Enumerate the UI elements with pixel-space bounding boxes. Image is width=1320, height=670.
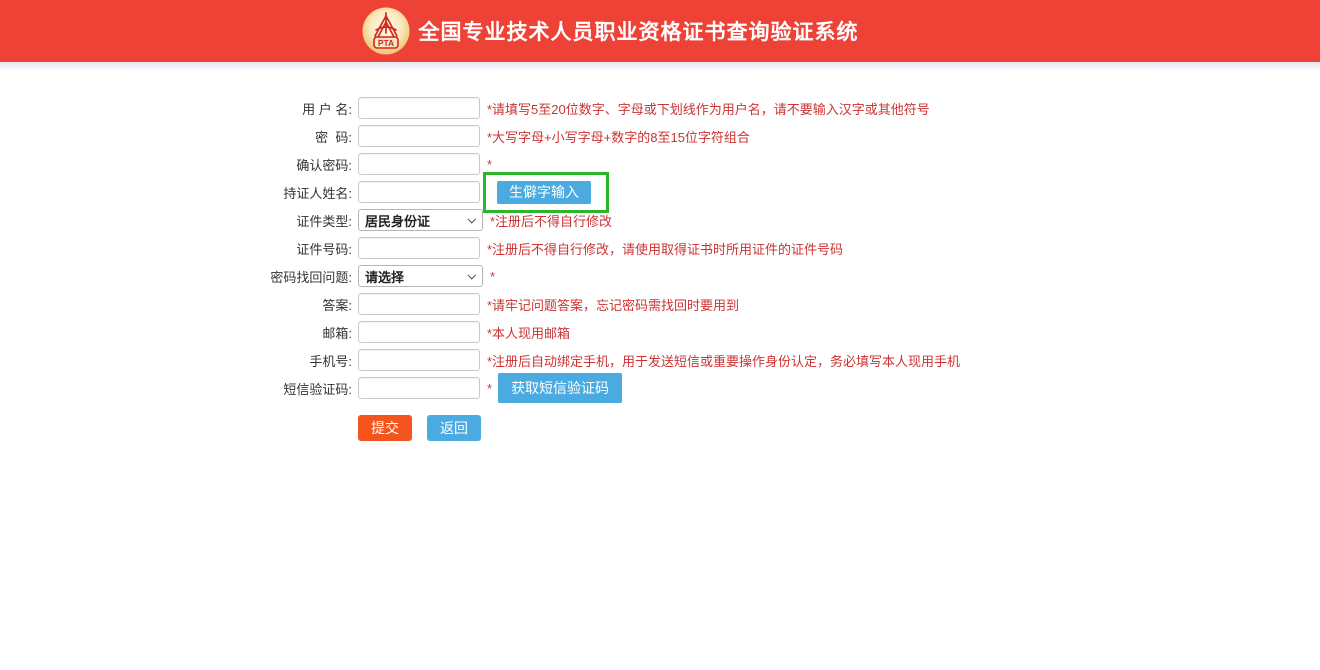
holder-name-label: 持证人姓名: (197, 183, 352, 202)
id-type-label: 证件类型: (197, 211, 352, 230)
page-title: 全国专业技术人员职业资格证书查询验证系统 (419, 16, 859, 46)
username-hint: *请填写5至20位数字、字母或下划线作为用户名，请不要输入汉字或其他符号 (487, 99, 930, 118)
answer-input[interactable] (358, 293, 480, 315)
registration-form: 用 户 名: *请填写5至20位数字、字母或下划线作为用户名，请不要输入汉字或其他… (0, 94, 1320, 441)
username-input[interactable] (358, 97, 480, 119)
recovery-question-select[interactable]: 请选择 (358, 265, 483, 287)
form-actions: 提交 返回 (358, 415, 1320, 441)
back-button[interactable]: 返回 (427, 415, 481, 441)
email-label: 邮箱: (197, 323, 352, 342)
id-type-selected-value: 居民身份证 (365, 211, 430, 230)
phone-input[interactable] (358, 349, 480, 371)
sms-code-hint: * (487, 381, 492, 396)
form-row-id-number: 证件号码: *注册后不得自行修改，请使用取得证书时所用证件的证件号码 (197, 234, 1320, 262)
id-type-select[interactable]: 居民身份证 (358, 209, 483, 231)
phone-label: 手机号: (197, 351, 352, 370)
confirm-password-input[interactable] (358, 153, 480, 175)
password-label: 密 码: (197, 127, 352, 146)
form-row-confirm-password: 确认密码: * (197, 150, 1320, 178)
recovery-question-label: 密码找回问题: (197, 267, 352, 286)
id-type-hint: *注册后不得自行修改 (490, 211, 612, 230)
page-header: PTA 全国专业技术人员职业资格证书查询验证系统 (0, 0, 1320, 62)
form-row-email: 邮箱: *本人现用邮箱 (197, 318, 1320, 346)
header-content: PTA 全国专业技术人员职业资格证书查询验证系统 (362, 7, 859, 55)
answer-label: 答案: (197, 295, 352, 314)
form-row-sms-code: 短信验证码: * 获取短信验证码 (197, 374, 1320, 402)
form-row-id-type: 证件类型: 居民身份证 *注册后不得自行修改 (197, 206, 1320, 234)
header-separator (0, 62, 1320, 71)
pta-logo-icon: PTA (362, 7, 410, 55)
svg-text:PTA: PTA (377, 38, 393, 48)
recovery-question-hint: * (490, 269, 495, 284)
password-hint: *大写字母+小写字母+数字的8至15位字符组合 (487, 127, 750, 146)
username-label: 用 户 名: (197, 99, 352, 118)
rare-character-input-button[interactable]: 生僻字输入 (497, 181, 591, 204)
confirm-password-hint: * (487, 157, 492, 172)
chevron-down-icon (467, 271, 475, 279)
id-number-input[interactable] (358, 237, 480, 259)
chevron-down-icon (467, 215, 475, 223)
confirm-password-label: 确认密码: (197, 155, 352, 174)
sms-code-label: 短信验证码: (197, 379, 352, 398)
form-row-recovery-question: 密码找回问题: 请选择 * (197, 262, 1320, 290)
form-row-phone: 手机号: *注册后自动绑定手机，用于发送短信或重要操作身份认定，务必填写本人现用手… (197, 346, 1320, 374)
email-input[interactable] (358, 321, 480, 343)
highlight-annotation-box: 生僻字输入 (483, 172, 609, 213)
email-hint: *本人现用邮箱 (487, 323, 570, 342)
form-row-answer: 答案: *请牢记问题答案，忘记密码需找回时要用到 (197, 290, 1320, 318)
id-number-hint: *注册后不得自行修改，请使用取得证书时所用证件的证件号码 (487, 239, 843, 258)
form-row-username: 用 户 名: *请填写5至20位数字、字母或下划线作为用户名，请不要输入汉字或其他… (197, 94, 1320, 122)
get-sms-code-button[interactable]: 获取短信验证码 (498, 373, 622, 403)
recovery-question-selected-value: 请选择 (365, 267, 404, 286)
form-row-password: 密 码: *大写字母+小写字母+数字的8至15位字符组合 (197, 122, 1320, 150)
phone-hint: *注册后自动绑定手机，用于发送短信或重要操作身份认定，务必填写本人现用手机 (487, 351, 960, 370)
sms-code-input[interactable] (358, 377, 480, 399)
id-number-label: 证件号码: (197, 239, 352, 258)
answer-hint: *请牢记问题答案，忘记密码需找回时要用到 (487, 295, 739, 314)
submit-button[interactable]: 提交 (358, 415, 412, 441)
password-input[interactable] (358, 125, 480, 147)
form-row-holder-name: 持证人姓名: 生僻字输入 (197, 178, 1320, 206)
holder-name-input[interactable] (358, 181, 480, 203)
